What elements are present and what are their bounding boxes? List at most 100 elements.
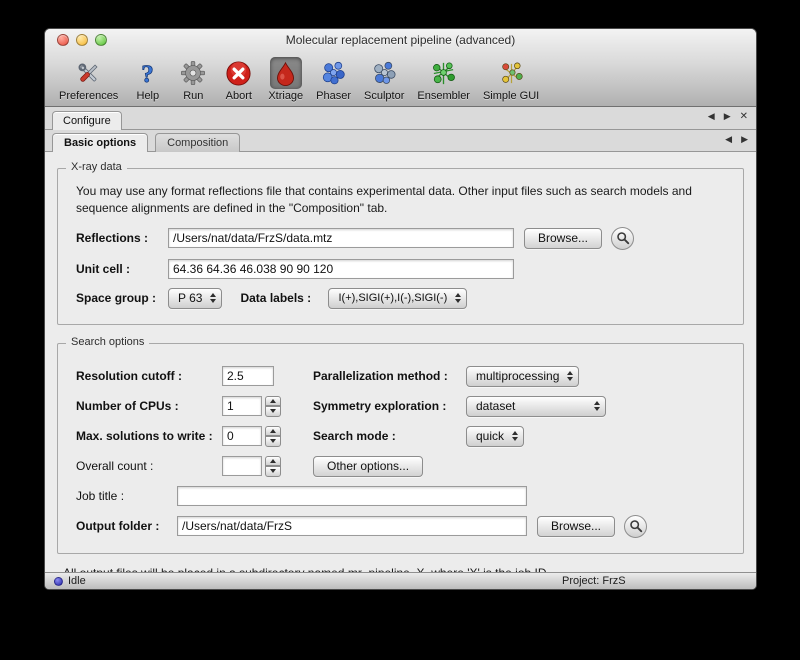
- symmetry-exploration-label: Symmetry exploration :: [313, 399, 466, 413]
- svg-text:?: ?: [142, 61, 155, 87]
- max-solutions-input[interactable]: [222, 426, 262, 446]
- parallelization-method-label: Parallelization method :: [313, 369, 466, 383]
- stepper-down-icon[interactable]: [265, 406, 281, 417]
- space-group-label: Space group :: [76, 291, 168, 305]
- unit-cell-input[interactable]: [168, 259, 514, 279]
- toolbar-button-help[interactable]: ? Help: [131, 57, 164, 102]
- number-of-cpus-input[interactable]: [222, 396, 262, 416]
- toolbar-button-abort[interactable]: Abort: [222, 57, 255, 102]
- status-bar: Idle Project: FrzS: [45, 572, 756, 589]
- toolbar-label: Run: [183, 90, 203, 102]
- close-window-button[interactable]: [57, 34, 69, 46]
- output-folder-input[interactable]: [177, 516, 527, 536]
- dropdown-arrows-icon: [512, 431, 518, 441]
- toolbar-button-sculptor[interactable]: Sculptor: [364, 57, 404, 102]
- space-group-dropdown[interactable]: P 63: [168, 288, 222, 309]
- output-folder-inspect-button[interactable]: [624, 515, 647, 538]
- simple-gui-icon: [498, 60, 525, 87]
- data-labels-label: Data labels :: [240, 291, 328, 305]
- output-folder-browse-button[interactable]: Browse...: [537, 516, 615, 537]
- app-window: Molecular replacement pipeline (advanced…: [44, 28, 757, 590]
- tab-configure[interactable]: Configure: [52, 111, 122, 130]
- overall-count-stepper: [265, 456, 281, 477]
- tab-basic-options[interactable]: Basic options: [52, 133, 148, 152]
- tab-composition[interactable]: Composition: [155, 133, 240, 152]
- dropdown-arrows-icon: [567, 371, 573, 381]
- toolbar-label: Xtriage: [268, 90, 303, 102]
- magnifier-icon: [616, 231, 630, 245]
- resolution-cutoff-input[interactable]: [222, 366, 274, 386]
- toolbar-button-simple-gui[interactable]: Simple GUI: [483, 57, 539, 102]
- toolbar-label: Abort: [226, 90, 252, 102]
- toolbar-label: Help: [137, 90, 160, 102]
- max-solutions-stepper: [265, 426, 281, 447]
- main-content: X-ray data You may use any format reflec…: [45, 152, 756, 572]
- run-icon: [180, 60, 206, 86]
- dropdown-arrows-icon: [210, 293, 216, 303]
- xray-description: You may use any format reflections file …: [76, 183, 725, 217]
- job-title-input[interactable]: [177, 486, 527, 506]
- stepper-up-icon[interactable]: [265, 426, 281, 437]
- group-title: X-ray data: [66, 161, 127, 173]
- max-solutions-label: Max. solutions to write :: [76, 429, 222, 443]
- tab-close-icon[interactable]: ✕: [740, 111, 748, 122]
- search-mode-dropdown[interactable]: quick: [466, 426, 524, 447]
- unit-cell-label: Unit cell :: [76, 262, 168, 276]
- group-title: Search options: [66, 336, 149, 348]
- status-text: Idle: [68, 575, 86, 587]
- reflections-inspect-button[interactable]: [611, 227, 634, 250]
- toolbar-button-phaser[interactable]: Phaser: [316, 57, 351, 102]
- window-title: Molecular replacement pipeline (advanced…: [286, 33, 515, 47]
- toolbar-button-xtriage[interactable]: Xtriage: [268, 57, 303, 102]
- sculptor-icon: [371, 60, 398, 87]
- toolbar-label: Simple GUI: [483, 90, 539, 102]
- reflections-browse-button[interactable]: Browse...: [524, 228, 602, 249]
- reflections-input[interactable]: [168, 228, 514, 248]
- data-labels-dropdown[interactable]: I(+),SIGI(+),I(-),SIGI(-): [328, 288, 467, 309]
- resolution-cutoff-label: Resolution cutoff :: [76, 369, 222, 383]
- toolbar-label: Preferences: [59, 90, 118, 102]
- ensembler-icon: [430, 60, 457, 87]
- job-title-label: Job title :: [76, 489, 177, 503]
- toolbar-button-ensembler[interactable]: Ensembler: [417, 57, 470, 102]
- title-bar: Molecular replacement pipeline (advanced…: [45, 29, 756, 51]
- options-tab-strip: Basic options Composition ◀ ▶: [45, 130, 756, 152]
- minimize-window-button[interactable]: [76, 34, 88, 46]
- toolbar-button-preferences[interactable]: Preferences: [59, 57, 118, 102]
- stepper-down-icon[interactable]: [265, 436, 281, 447]
- toolbar-label: Sculptor: [364, 90, 404, 102]
- overall-count-input[interactable]: [222, 456, 262, 476]
- toolbar-button-run[interactable]: Run: [177, 57, 209, 102]
- window-controls: [57, 34, 107, 46]
- toolbar: Preferences ? Help: [45, 51, 756, 106]
- stepper-down-icon[interactable]: [265, 466, 281, 477]
- toolbar-label: Phaser: [316, 90, 351, 102]
- abort-icon: [225, 60, 252, 87]
- tab-forward-icon[interactable]: ▶: [724, 111, 731, 122]
- zoom-window-button[interactable]: [95, 34, 107, 46]
- parallelization-method-dropdown[interactable]: multiprocessing: [466, 366, 579, 387]
- xtriage-icon: [273, 61, 298, 86]
- group-search-options: Search options Resolution cutoff : Paral…: [57, 343, 744, 554]
- reflections-label: Reflections :: [76, 231, 168, 245]
- toolbar-label: Ensembler: [417, 90, 470, 102]
- window-chrome: Molecular replacement pipeline (advanced…: [45, 29, 756, 107]
- dropdown-arrows-icon: [455, 293, 461, 303]
- tab-back-icon[interactable]: ◀: [708, 111, 715, 122]
- stepper-up-icon[interactable]: [265, 456, 281, 467]
- phaser-icon: [320, 60, 347, 87]
- overall-count-label: Overall count :: [76, 459, 222, 473]
- help-icon: ?: [134, 60, 161, 87]
- magnifier-icon: [629, 519, 643, 533]
- document-tab-strip: Configure ◀ ▶ ✕: [45, 107, 756, 130]
- group-xray-data: X-ray data You may use any format reflec…: [57, 168, 744, 325]
- other-options-button[interactable]: Other options...: [313, 456, 423, 477]
- subtab-forward-icon[interactable]: ▶: [741, 134, 748, 145]
- output-folder-label: Output folder :: [76, 519, 177, 533]
- symmetry-exploration-dropdown[interactable]: dataset: [466, 396, 606, 417]
- search-mode-label: Search mode :: [313, 429, 466, 443]
- project-label: Project: FrzS: [562, 575, 626, 587]
- selected-tool-highlight: [270, 57, 302, 89]
- subtab-back-icon[interactable]: ◀: [725, 134, 732, 145]
- stepper-up-icon[interactable]: [265, 396, 281, 407]
